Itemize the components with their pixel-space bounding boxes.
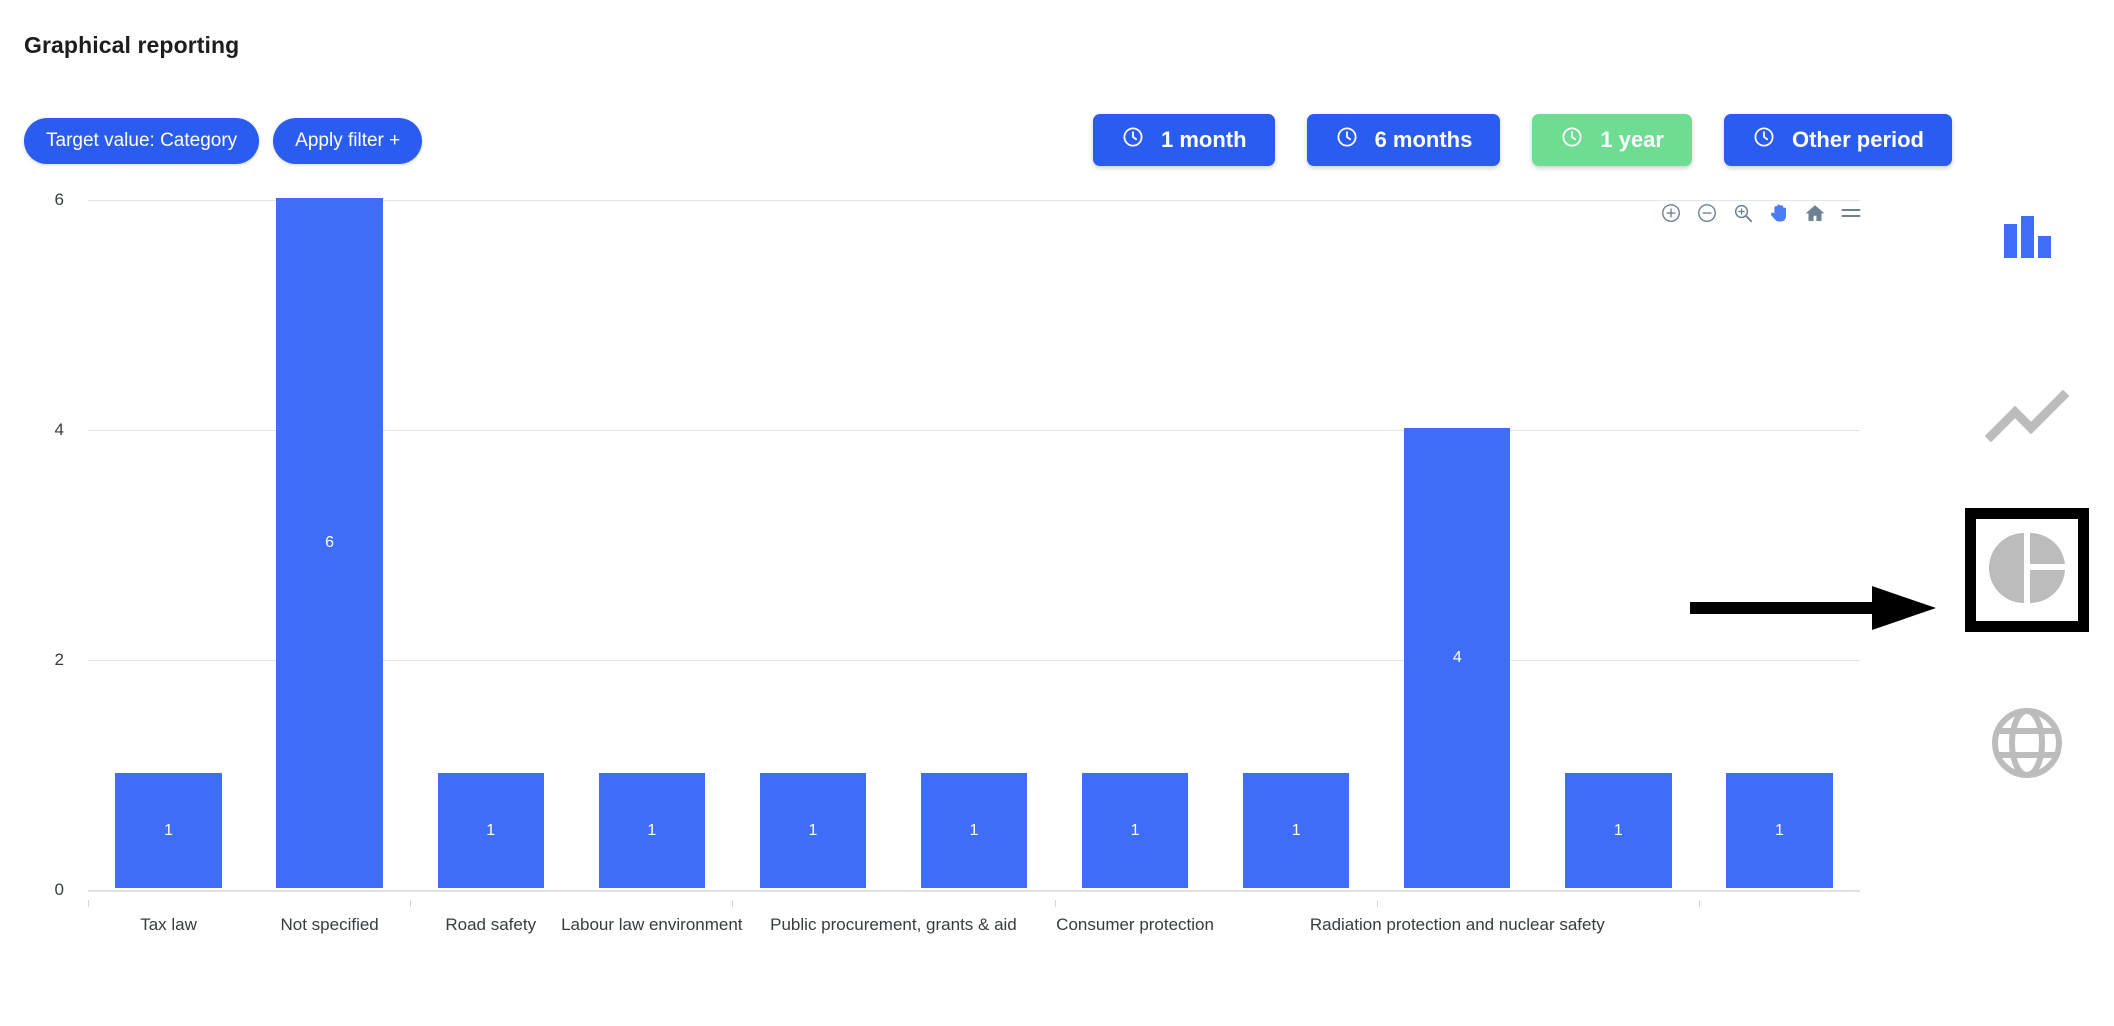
period-label: Other period bbox=[1791, 127, 1924, 152]
period-6-months-button[interactable]: 6 months bbox=[1306, 114, 1501, 166]
bar-value-label: 1 bbox=[969, 821, 979, 839]
y-axis-tick-label: 6 bbox=[54, 190, 64, 209]
bar-series: 16111111411 bbox=[88, 198, 1860, 898]
bar[interactable]: 6 bbox=[276, 198, 383, 888]
pie-chart-highlight-box bbox=[1965, 508, 2089, 632]
x-axis-tick-label: Radiation protection and nuclear safety bbox=[1309, 915, 1605, 934]
bar-value-label: 6 bbox=[325, 534, 335, 551]
x-axis-tick bbox=[88, 900, 89, 907]
x-axis-tick-label: Tax law bbox=[140, 915, 197, 934]
period-1-month-button[interactable]: 1 month bbox=[1093, 114, 1275, 166]
clock-icon bbox=[1752, 125, 1776, 155]
bar-value-label: 1 bbox=[1130, 821, 1140, 839]
x-axis-tick-label: Labour law environment bbox=[561, 915, 743, 934]
x-axis-ticks bbox=[88, 900, 1860, 912]
x-axis-tick-label: Not specified bbox=[280, 915, 379, 934]
bar[interactable]: 1 bbox=[1081, 773, 1189, 888]
bar-value-label: 1 bbox=[1774, 821, 1784, 839]
bar-chart-icon bbox=[1996, 210, 2058, 271]
bar[interactable]: 1 bbox=[1726, 773, 1833, 888]
period-other-button[interactable]: Other period bbox=[1723, 114, 1952, 166]
chart-type-rail bbox=[1940, 190, 2114, 830]
clock-icon bbox=[1560, 125, 1584, 155]
x-axis-tick bbox=[410, 900, 412, 907]
x-axis-tick-label: Consumer protection bbox=[1056, 915, 1214, 934]
bar[interactable]: 1 bbox=[598, 773, 705, 888]
x-axis-tick bbox=[1698, 900, 1700, 907]
period-label: 6 months bbox=[1374, 127, 1473, 152]
bar[interactable]: 1 bbox=[1565, 773, 1672, 888]
apply-filter-button[interactable]: Apply filter + bbox=[273, 118, 423, 164]
y-axis: 0 2 4 6 bbox=[0, 190, 76, 900]
line-chart-icon bbox=[1984, 388, 2070, 449]
x-axis-tick bbox=[1376, 900, 1378, 907]
globe-icon bbox=[1989, 705, 2065, 786]
x-axis-tick bbox=[1054, 900, 1056, 907]
y-axis-tick-label: 0 bbox=[54, 880, 64, 899]
period-label: 1 year bbox=[1600, 127, 1664, 152]
page-title: Graphical reporting bbox=[24, 32, 240, 58]
bar[interactable]: 1 bbox=[920, 773, 1028, 888]
bar-value-label: 1 bbox=[164, 821, 173, 839]
clock-icon bbox=[1121, 125, 1145, 155]
bar-value-label: 4 bbox=[1452, 649, 1462, 666]
graphical-reporting-page: Graphical reporting Target value: Catego… bbox=[0, 0, 2114, 1026]
x-axis-tick bbox=[732, 900, 734, 907]
pie-chart-icon[interactable] bbox=[1988, 529, 2066, 612]
y-axis-tick-label: 4 bbox=[54, 420, 64, 439]
bar-value-label: 1 bbox=[1613, 821, 1623, 839]
bar-value-label: 1 bbox=[808, 821, 818, 839]
period-1-year-button[interactable]: 1 year bbox=[1532, 114, 1692, 166]
x-axis-tick-label: Road safety bbox=[445, 915, 537, 934]
bar-chart: 0246 16111111411 Tax law Not specified Roa… bbox=[0, 190, 1860, 990]
bar[interactable]: 1 bbox=[759, 773, 867, 888]
period-label: 1 month bbox=[1161, 127, 1247, 152]
bar[interactable]: 4 bbox=[1404, 428, 1511, 888]
bar[interactable]: 1 bbox=[437, 773, 544, 888]
period-button-group: 1 month 6 months 1 year Other period bbox=[1093, 114, 1952, 166]
bar[interactable]: 1 bbox=[115, 773, 222, 888]
chart-type-bar[interactable] bbox=[1977, 190, 2077, 290]
y-axis-tick-label: 2 bbox=[54, 650, 64, 669]
filter-pill-group: Target value: Category Apply filter + bbox=[24, 118, 423, 164]
bar-value-label: 1 bbox=[1291, 821, 1301, 839]
x-axis-tick-label: Public procurement, grants & aid bbox=[770, 915, 1017, 934]
plot-area: 16111111411 bbox=[88, 198, 1860, 900]
target-value-filter[interactable]: Target value: Category bbox=[24, 118, 260, 164]
chart-type-globe[interactable] bbox=[1977, 695, 2077, 795]
bar-value-label: 1 bbox=[647, 821, 657, 839]
chart-type-line[interactable] bbox=[1977, 368, 2077, 468]
clock-icon bbox=[1335, 125, 1359, 155]
x-axis-labels: Tax law Not specified Road safety Labour la… bbox=[0, 915, 1860, 955]
bar-value-label: 1 bbox=[486, 821, 496, 839]
bar[interactable]: 1 bbox=[1243, 773, 1350, 888]
